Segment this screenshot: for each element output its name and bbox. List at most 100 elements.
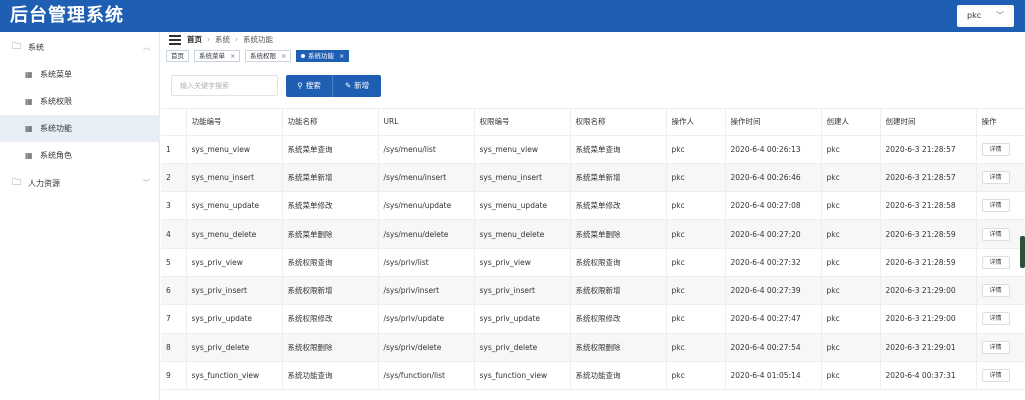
- table-cell: 2020-6-4 00:26:46: [725, 163, 822, 193]
- column-header: [161, 109, 187, 136]
- table-cell: 2020-6-3 21:28:57: [880, 163, 977, 193]
- user-dropdown[interactable]: pkc ﹀: [957, 5, 1014, 27]
- table-cell: 1: [161, 135, 187, 164]
- table-cell: 系统菜单查询: [282, 135, 379, 164]
- table-cell: /sys/menu/insert: [378, 163, 475, 193]
- table-cell: pkc: [666, 248, 726, 277]
- table-cell: pkc: [821, 304, 881, 334]
- sidebar-item-function[interactable]: ▦ 系统功能: [0, 115, 160, 142]
- table-cell: sys_priv_update: [474, 304, 571, 334]
- table-cell: sys_function_view: [186, 361, 283, 391]
- table-cell: 系统菜单新增: [282, 163, 379, 193]
- sidebar-item-permission[interactable]: ▦ 系统权限: [0, 88, 160, 115]
- table-cell: /sys/priv/insert: [378, 276, 475, 306]
- table-cell: 2020-6-4 00:27:32: [725, 248, 822, 277]
- table-cell: sys_menu_update: [186, 191, 283, 221]
- breadcrumb-current: 系统功能: [243, 35, 273, 44]
- table-row[interactable]: 9 sys_function_view 系统功能查询/sys/function/li…: [161, 361, 1025, 391]
- column-header: 功能编号: [186, 109, 283, 136]
- search-button[interactable]: ⚲ 搜索: [286, 75, 333, 97]
- table-cell-actions: 详情: [976, 304, 1025, 334]
- table-cell-actions: 详情: [976, 276, 1025, 306]
- sidebar-group-system[interactable]: 🗀 系统 ︿: [0, 34, 160, 61]
- table-cell: sys_menu_view: [186, 135, 283, 164]
- detail-button[interactable]: 详情: [981, 340, 1010, 354]
- column-header: 创建人: [821, 109, 881, 136]
- table-row[interactable]: 4 sys_menu_delete 系统菜单删除/sys/menu/delete sy…: [161, 219, 1025, 249]
- column-header: 操作: [976, 109, 1025, 136]
- detail-button[interactable]: 详情: [981, 199, 1010, 213]
- sidebar-item-menu[interactable]: ▦ 系统菜单: [0, 61, 160, 88]
- table-cell: 2020-6-4 00:26:13: [725, 135, 822, 164]
- table-row[interactable]: 2 sys_menu_insert 系统菜单新增/sys/menu/insert sy…: [161, 163, 1025, 193]
- add-button[interactable]: ✎ 新增: [333, 75, 381, 97]
- chevron-down-icon: ﹀: [996, 11, 1004, 20]
- scrollbar-thumb[interactable]: [1020, 236, 1025, 268]
- column-header: 创建时间: [880, 109, 977, 136]
- table-cell: pkc: [821, 333, 881, 362]
- detail-button[interactable]: 详情: [981, 170, 1010, 184]
- add-button-label: 新增: [354, 81, 370, 90]
- close-icon[interactable]: ×: [281, 52, 286, 60]
- sidebar-item-role[interactable]: ▦ 系统角色: [0, 142, 160, 169]
- table-cell: sys_menu_update: [474, 191, 571, 221]
- table-cell: /sys/priv/update: [378, 304, 475, 334]
- table-cell: 系统权限修改: [570, 304, 667, 334]
- table-row[interactable]: 3 sys_menu_update 系统菜单修改/sys/menu/update sy…: [161, 191, 1025, 221]
- table-cell: pkc: [821, 191, 881, 221]
- column-header: URL: [378, 109, 475, 136]
- hamburger-icon[interactable]: [169, 35, 181, 45]
- table-cell: 2020-6-3 21:28:59: [880, 248, 977, 277]
- detail-button[interactable]: 详情: [981, 255, 1010, 269]
- table-cell: pkc: [821, 163, 881, 193]
- column-header: 权限名称: [570, 109, 667, 136]
- tab-system-menu[interactable]: 系统菜单 ×: [194, 50, 241, 62]
- table-cell: 系统菜单新增: [570, 163, 667, 193]
- column-header: 操作时间: [725, 109, 822, 136]
- table-cell: 5: [161, 248, 187, 277]
- sidebar: 🗀 系统 ︿ ▦ 系统菜单 ▦ 系统权限 ▦ 系统功能 ▦ 系统角色 🗀 人力资…: [0, 32, 160, 400]
- table-cell: 系统权限查询: [282, 248, 379, 277]
- table-cell: sys_priv_insert: [186, 276, 283, 306]
- detail-button[interactable]: 详情: [981, 284, 1010, 298]
- menu-grid-icon: ▦: [25, 70, 33, 79]
- table-row[interactable]: 6 sys_priv_insert 系统权限新增/sys/priv/insert sy…: [161, 276, 1025, 306]
- breadcrumb-home[interactable]: 首页: [187, 35, 202, 44]
- table-cell: sys_function_view: [474, 361, 571, 391]
- detail-button[interactable]: 详情: [981, 142, 1010, 156]
- table-row[interactable]: 8 sys_priv_delete 系统权限删除/sys/priv/delete sy…: [161, 333, 1025, 362]
- chevron-right-icon: ›: [235, 35, 238, 44]
- search-input[interactable]: [171, 75, 278, 96]
- detail-button[interactable]: 详情: [981, 369, 1010, 383]
- table-cell: /sys/menu/list: [378, 135, 475, 164]
- table-cell: sys_priv_update: [186, 304, 283, 334]
- table-cell: 2020-6-4 00:37:31: [880, 361, 977, 391]
- table-cell: sys_menu_delete: [474, 219, 571, 249]
- tab-system-permission[interactable]: 系统权限 ×: [245, 50, 292, 62]
- table-row[interactable]: 7 sys_priv_update 系统权限修改/sys/priv/update sy…: [161, 304, 1025, 334]
- close-icon[interactable]: ×: [230, 52, 235, 60]
- tab-label: 系统权限: [250, 52, 276, 60]
- table-cell: /sys/function/list: [378, 361, 475, 391]
- table-cell-actions: 详情: [976, 191, 1025, 221]
- column-header: 权限编号: [474, 109, 571, 136]
- table-row[interactable]: 1 sys_menu_view 系统菜单查询/sys/menu/list sys_me…: [161, 135, 1025, 164]
- table-cell: 3: [161, 191, 187, 221]
- sidebar-group-hr[interactable]: 🗀 人力资源 ﹀: [0, 170, 160, 197]
- column-header: 操作人: [666, 109, 726, 136]
- detail-button[interactable]: 详情: [981, 227, 1010, 241]
- table-cell: /sys/menu/delete: [378, 219, 475, 249]
- table-cell: sys_menu_view: [474, 135, 571, 164]
- table-row[interactable]: 5 sys_priv_view 系统权限查询/sys/priv/list sys_pr…: [161, 248, 1025, 277]
- tab-home[interactable]: 首页: [166, 50, 189, 62]
- tab-system-function[interactable]: 系统功能 ×: [296, 50, 350, 62]
- table-cell: 2020-6-4 00:27:20: [725, 219, 822, 249]
- table-cell: pkc: [666, 219, 726, 249]
- detail-button[interactable]: 详情: [981, 312, 1010, 326]
- table-cell: 7: [161, 304, 187, 334]
- close-icon[interactable]: ×: [339, 52, 344, 60]
- table-cell: pkc: [666, 276, 726, 306]
- breadcrumb-item[interactable]: 系统: [215, 35, 230, 44]
- tab-label: 系统功能: [308, 52, 334, 60]
- table-cell: 2020-6-3 21:28:59: [880, 219, 977, 249]
